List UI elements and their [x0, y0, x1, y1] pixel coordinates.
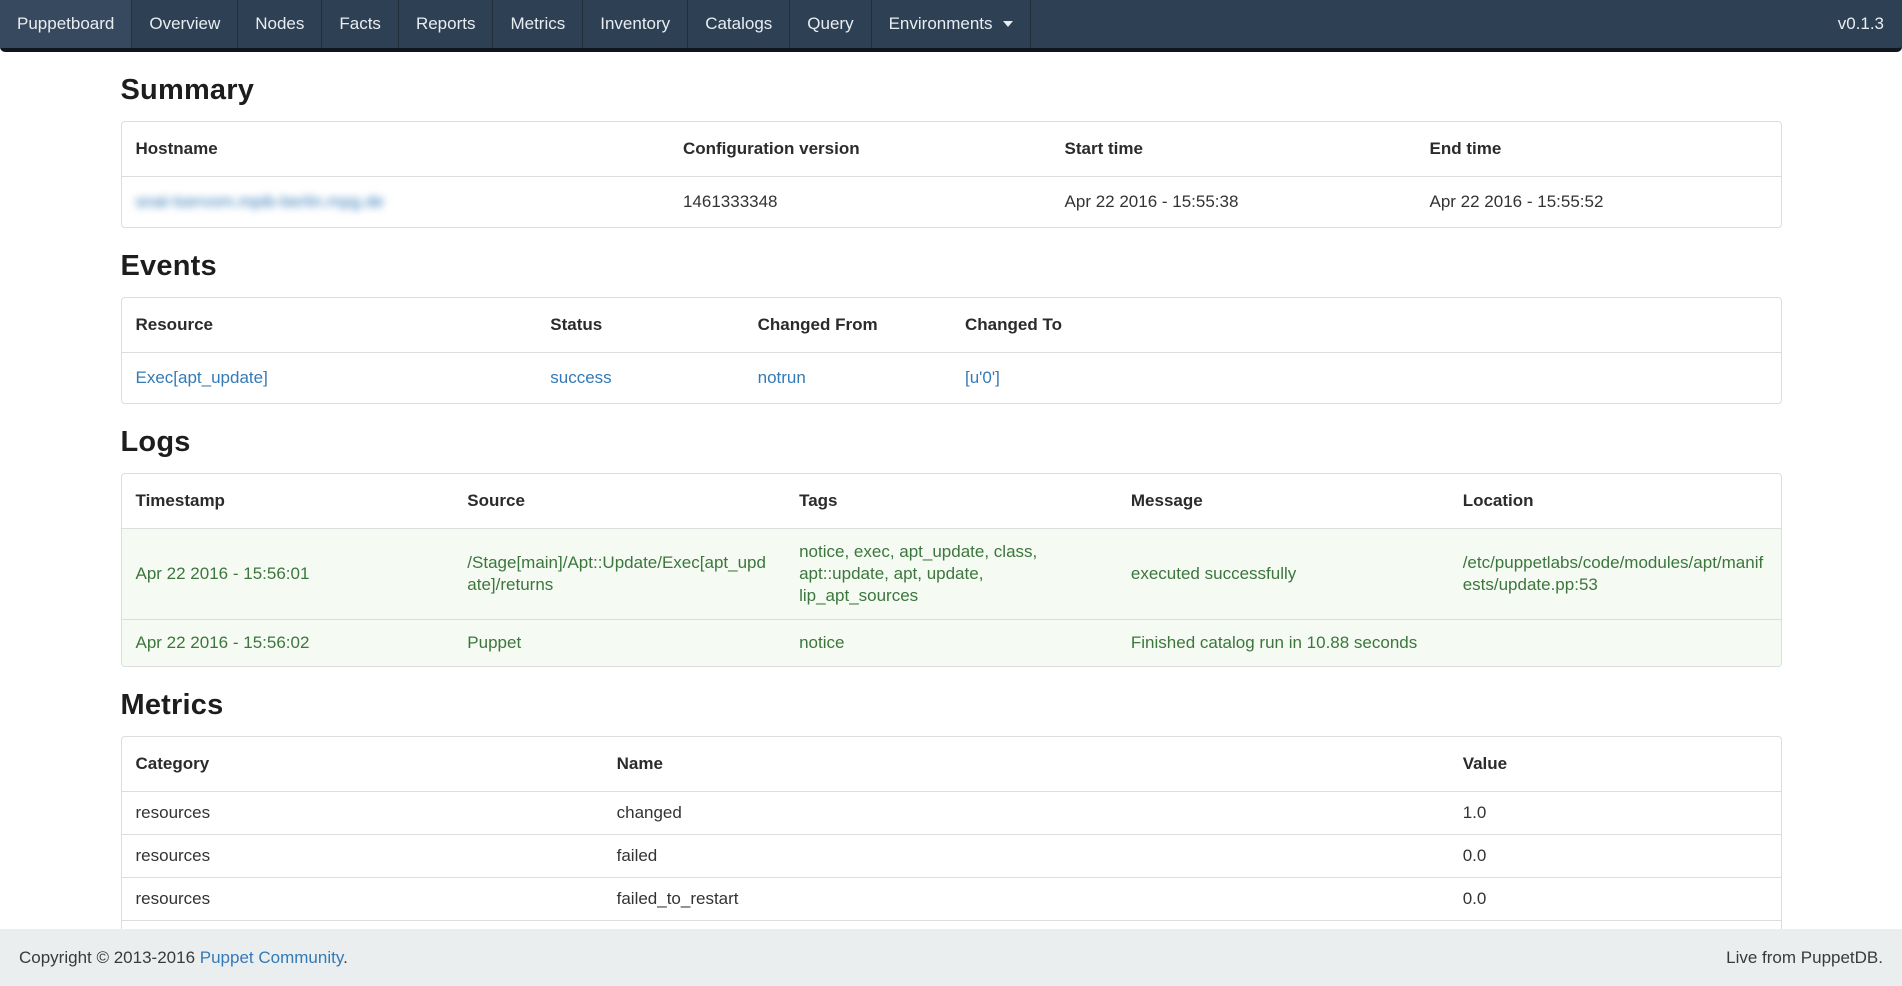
- event-status-link[interactable]: success: [550, 368, 611, 387]
- logs-table: Timestamp Source Tags Message Location A…: [121, 473, 1782, 667]
- metric-row: resources failed_to_restart 0.0: [122, 878, 1781, 921]
- col-status: Status: [536, 298, 743, 353]
- start-time-value: Apr 22 2016 - 15:55:38: [1051, 177, 1416, 228]
- metric-row: resources changed 1.0: [122, 792, 1781, 835]
- metrics-heading: Metrics: [121, 689, 1782, 722]
- col-tags: Tags: [785, 474, 1117, 529]
- col-changed-to: Changed To: [951, 298, 1781, 353]
- puppetdb-status-text: Live from PuppetDB.: [1726, 948, 1883, 968]
- metric-value: 0.0: [1449, 835, 1781, 878]
- metric-name: failed_to_restart: [603, 878, 1449, 921]
- events-table: Resource Status Changed From Changed To …: [121, 297, 1782, 404]
- nav-item-reports[interactable]: Reports: [399, 0, 494, 48]
- log-tags: notice: [785, 620, 1117, 667]
- col-config-version: Configuration version: [669, 122, 1051, 177]
- log-row: Apr 22 2016 - 15:56:01 /Stage[main]/Apt:…: [122, 529, 1781, 620]
- col-location: Location: [1449, 474, 1781, 529]
- copyright-prefix: Copyright © 2013-2016: [19, 948, 200, 967]
- puppet-community-link[interactable]: Puppet Community: [200, 948, 343, 967]
- summary-row: snat-tservom.mpib-berlin.mpg.de 14613333…: [122, 177, 1781, 228]
- environments-dropdown[interactable]: Environments: [872, 0, 1031, 48]
- metric-category: resources: [122, 792, 603, 835]
- events-header-row: Resource Status Changed From Changed To: [122, 298, 1781, 353]
- col-timestamp: Timestamp: [122, 474, 454, 529]
- page-footer: Copyright © 2013-2016 Puppet Community. …: [0, 929, 1902, 986]
- copyright-text: Copyright © 2013-2016 Puppet Community.: [19, 948, 348, 968]
- log-tags: notice, exec, apt_update, class, apt::up…: [785, 529, 1117, 620]
- logs-header-row: Timestamp Source Tags Message Location: [122, 474, 1781, 529]
- navbar-menu: Puppetboard Overview Nodes Facts Reports…: [0, 0, 1031, 48]
- nav-item-facts[interactable]: Facts: [322, 0, 399, 48]
- log-timestamp: Apr 22 2016 - 15:56:01: [122, 529, 454, 620]
- log-row: Apr 22 2016 - 15:56:02 Puppet notice Fin…: [122, 620, 1781, 667]
- report-page: Summary Hostname Configuration version S…: [121, 74, 1782, 966]
- metric-value: 0.0: [1449, 878, 1781, 921]
- col-hostname: Hostname: [122, 122, 669, 177]
- app-version: v0.1.3: [1820, 0, 1902, 48]
- log-timestamp: Apr 22 2016 - 15:56:02: [122, 620, 454, 667]
- logs-heading: Logs: [121, 426, 1782, 459]
- metric-name: changed: [603, 792, 1449, 835]
- config-version-value: 1461333348: [669, 177, 1051, 228]
- col-start-time: Start time: [1051, 122, 1416, 177]
- events-heading: Events: [121, 250, 1782, 283]
- col-end-time: End time: [1416, 122, 1781, 177]
- nav-item-nodes[interactable]: Nodes: [238, 0, 322, 48]
- summary-header-row: Hostname Configuration version Start tim…: [122, 122, 1781, 177]
- col-resource: Resource: [122, 298, 537, 353]
- environments-dropdown-label: Environments: [889, 14, 993, 34]
- log-source: Puppet: [453, 620, 785, 667]
- brand-puppetboard[interactable]: Puppetboard: [0, 0, 132, 48]
- end-time-value: Apr 22 2016 - 15:55:52: [1416, 177, 1781, 228]
- nav-item-query[interactable]: Query: [790, 0, 871, 48]
- col-message: Message: [1117, 474, 1449, 529]
- event-resource-link[interactable]: Exec[apt_update]: [136, 368, 268, 387]
- caret-down-icon: [1003, 21, 1013, 27]
- col-category: Category: [122, 737, 603, 792]
- event-changed-from-link[interactable]: notrun: [758, 368, 806, 387]
- log-message: Finished catalog run in 10.88 seconds: [1117, 620, 1449, 667]
- navbar-spacer: [1031, 0, 1820, 48]
- log-location: [1449, 620, 1781, 667]
- top-navbar: Puppetboard Overview Nodes Facts Reports…: [0, 0, 1902, 52]
- nav-item-metrics[interactable]: Metrics: [493, 0, 583, 48]
- col-changed-from: Changed From: [744, 298, 951, 353]
- metric-category: resources: [122, 878, 603, 921]
- copyright-suffix: .: [343, 948, 348, 967]
- col-name: Name: [603, 737, 1449, 792]
- metric-row: resources failed 0.0: [122, 835, 1781, 878]
- log-source: /Stage[main]/Apt::Update/Exec[apt_update…: [453, 529, 785, 620]
- nav-item-overview[interactable]: Overview: [132, 0, 238, 48]
- metric-category: resources: [122, 835, 603, 878]
- col-value: Value: [1449, 737, 1781, 792]
- metric-value: 1.0: [1449, 792, 1781, 835]
- nav-item-catalogs[interactable]: Catalogs: [688, 0, 790, 48]
- event-row: Exec[apt_update] success notrun [u'0']: [122, 353, 1781, 404]
- metric-name: failed: [603, 835, 1449, 878]
- event-changed-to-link[interactable]: [u'0']: [965, 368, 1000, 387]
- metrics-header-row: Category Name Value: [122, 737, 1781, 792]
- log-location: /etc/puppetlabs/code/modules/apt/manifes…: [1449, 529, 1781, 620]
- nav-item-inventory[interactable]: Inventory: [583, 0, 688, 48]
- hostname-link[interactable]: snat-tservom.mpib-berlin.mpg.de: [136, 192, 384, 211]
- col-source: Source: [453, 474, 785, 529]
- summary-heading: Summary: [121, 74, 1782, 107]
- summary-table: Hostname Configuration version Start tim…: [121, 121, 1782, 228]
- log-message: executed successfully: [1117, 529, 1449, 620]
